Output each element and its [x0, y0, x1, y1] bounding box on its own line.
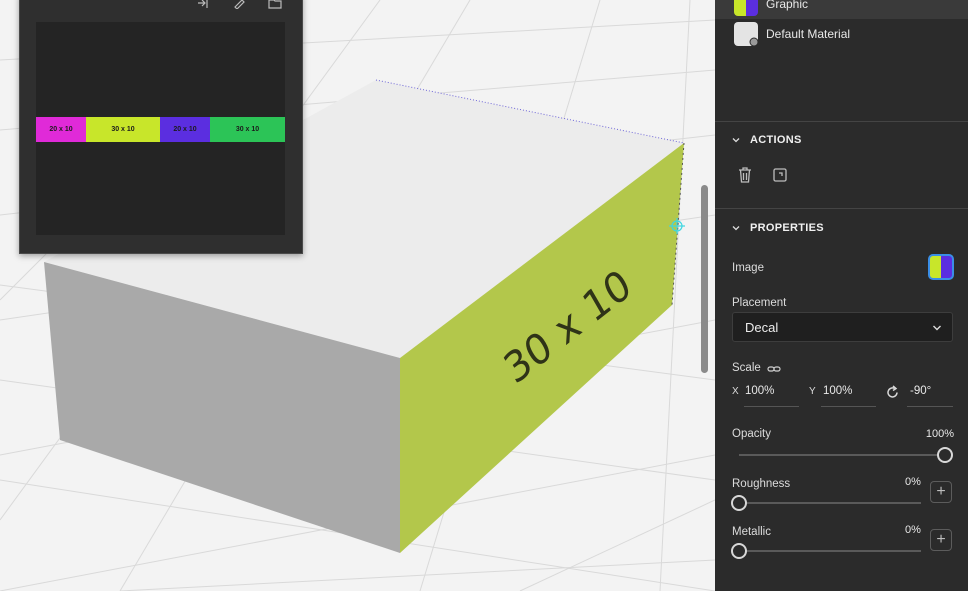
chevron-down-icon [933, 325, 941, 331]
metallic-label: Metallic [732, 526, 771, 538]
scale-y-label: Y [809, 386, 816, 397]
replace-image-icon[interactable] [772, 167, 788, 186]
roughness-slider-thumb[interactable] [731, 495, 747, 511]
link-scale-icon[interactable] [767, 363, 781, 377]
viewport-scrollbar[interactable] [701, 185, 708, 373]
section-title: ACTIONS [750, 134, 802, 146]
scale-x-label: X [732, 386, 739, 397]
metallic-add-map-button[interactable]: + [930, 529, 952, 551]
texture-strip: 30 x 10 [210, 117, 285, 142]
opacity-slider-thumb[interactable] [937, 447, 953, 463]
opacity-value: 100% [925, 428, 954, 440]
folder-icon[interactable] [268, 0, 282, 9]
rotation-underline [907, 406, 953, 407]
chevron-down-icon [732, 138, 740, 143]
rotation-input[interactable]: -90° [910, 385, 931, 397]
roughness-slider-track[interactable] [739, 502, 921, 504]
texture-canvas[interactable]: 20 x 10 30 x 10 20 x 10 30 x 10 [36, 22, 285, 235]
placement-dropdown[interactable]: Decal [732, 312, 953, 342]
material-label: Default Material [766, 27, 851, 41]
image-thumbnail-button[interactable] [928, 254, 954, 280]
actions-section-header[interactable]: ACTIONS [732, 134, 802, 146]
texture-preview-panel: 20 x 10 30 x 10 20 x 10 30 x 10 [19, 0, 303, 254]
material-label: Graphic [766, 0, 809, 11]
metallic-slider-track[interactable] [739, 550, 921, 552]
texture-strip: 20 x 10 [160, 117, 210, 142]
opacity-slider-track[interactable] [739, 454, 945, 456]
placement-value: Decal [745, 319, 779, 335]
image-label: Image [732, 262, 764, 274]
default-material-swatch [734, 22, 758, 46]
texture-toolbar [196, 0, 282, 10]
graphic-swatch [734, 0, 758, 16]
opacity-label: Opacity [732, 428, 771, 440]
3d-viewport[interactable]: 30 x 10 20 x 10 30 x 10 20 x 10 30 x 10 [0, 0, 715, 591]
scale-y-underline [821, 406, 876, 407]
properties-sidebar: Graphic Default Material ACTIONS PROPERT… [715, 0, 968, 591]
brush-icon[interactable] [232, 0, 246, 10]
scale-y-input[interactable]: 100% [823, 385, 852, 397]
scale-x-underline [744, 406, 799, 407]
texture-strip: 20 x 10 [36, 117, 86, 142]
rotate-icon [885, 385, 900, 403]
section-title: PROPERTIES [750, 222, 824, 234]
material-item-graphic[interactable]: Graphic [715, 0, 968, 19]
scale-label: Scale [732, 362, 761, 374]
metallic-slider-thumb[interactable] [731, 543, 747, 559]
import-icon[interactable] [196, 0, 210, 8]
roughness-label: Roughness [732, 478, 791, 490]
properties-section-header[interactable]: PROPERTIES [732, 222, 824, 234]
placement-label: Placement [732, 297, 787, 309]
trash-icon[interactable] [737, 166, 753, 187]
section-divider [715, 208, 968, 209]
texture-strip: 30 x 10 [86, 117, 160, 142]
chevron-down-icon [732, 226, 740, 231]
section-divider [715, 121, 968, 122]
roughness-add-map-button[interactable]: + [930, 481, 952, 503]
scale-x-input[interactable]: 100% [745, 385, 774, 397]
material-item-default[interactable]: Default Material [715, 19, 968, 49]
metallic-value: 0% [905, 524, 921, 536]
roughness-value: 0% [905, 476, 921, 488]
